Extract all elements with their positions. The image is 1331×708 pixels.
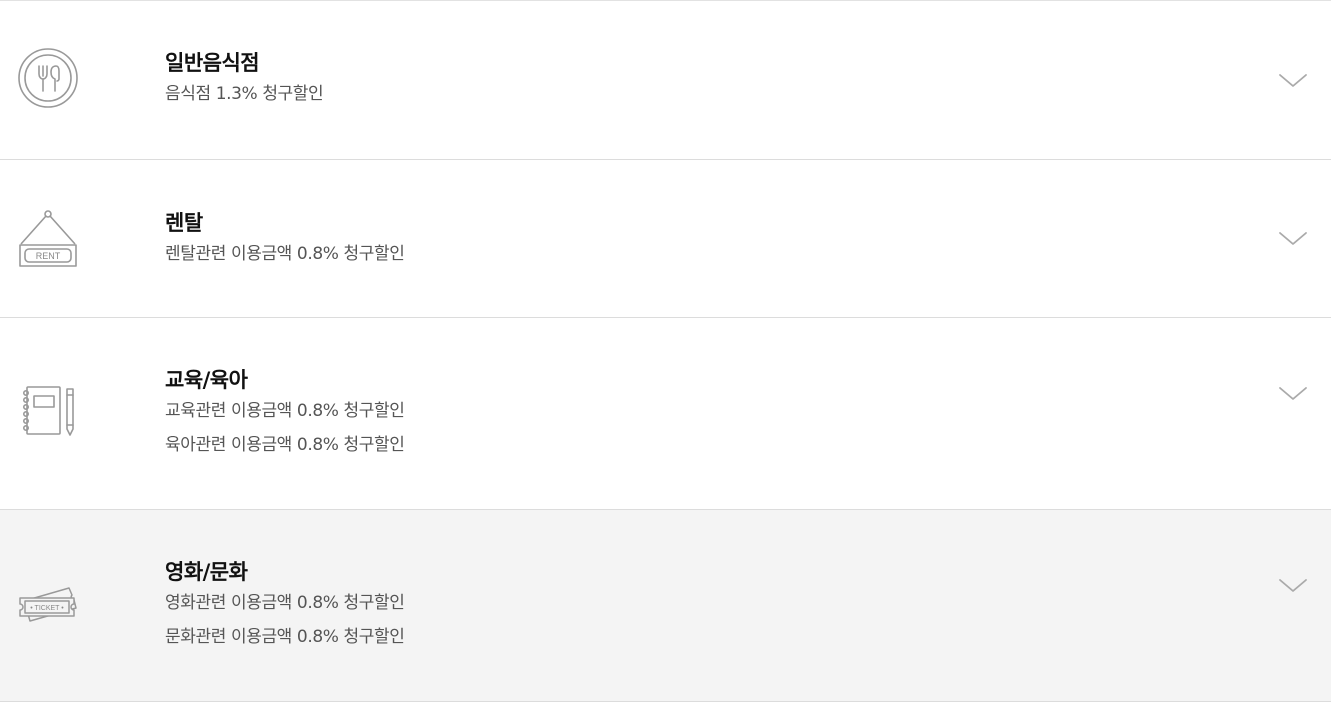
benefit-description: 육아관련 이용금액 0.8% 청구할인 xyxy=(165,435,405,455)
rent-sign-text: RENT xyxy=(36,251,61,261)
ticket-text: • TICKET • xyxy=(30,605,64,612)
notebook-pencil-icon xyxy=(16,381,80,445)
benefit-description: 교육관련 이용금액 0.8% 청구할인 xyxy=(165,401,405,421)
benefit-accordion-list: 일반음식점 음식점 1.3% 청구할인 RENT 렌탈 렌탈관련 이용금액 0.… xyxy=(0,0,1331,708)
chevron-down-icon[interactable] xyxy=(1277,71,1309,91)
restaurant-plate-icon xyxy=(16,46,80,110)
benefit-title: 영화/문화 xyxy=(165,560,248,584)
benefit-text: 렌탈 렌탈관련 이용금액 0.8% 청구할인 xyxy=(165,209,405,271)
chevron-down-icon[interactable] xyxy=(1277,576,1309,596)
benefit-description: 음식점 1.3% 청구할인 xyxy=(165,84,324,104)
rent-sign-icon: RENT xyxy=(16,205,80,269)
benefit-description: 문화관련 이용금액 0.8% 청구할인 xyxy=(165,627,405,647)
ticket-icon: • TICKET • xyxy=(16,573,80,637)
benefit-text: 영화/문화 영화관련 이용금액 0.8% 청구할인 문화관련 이용금액 0.8%… xyxy=(165,558,405,654)
benefit-text: 교육/육아 교육관련 이용금액 0.8% 청구할인 육아관련 이용금액 0.8%… xyxy=(165,366,405,462)
benefit-row-restaurant[interactable]: 일반음식점 음식점 1.3% 청구할인 xyxy=(0,1,1331,160)
benefit-description: 영화관련 이용금액 0.8% 청구할인 xyxy=(165,593,405,613)
benefit-text: 일반음식점 음식점 1.3% 청구할인 xyxy=(165,49,324,111)
benefit-row-rental[interactable]: RENT 렌탈 렌탈관련 이용금액 0.8% 청구할인 xyxy=(0,160,1331,318)
benefit-title: 교육/육아 xyxy=(165,368,248,392)
chevron-down-icon[interactable] xyxy=(1277,229,1309,249)
benefit-title: 일반음식점 xyxy=(165,51,260,75)
chevron-down-icon[interactable] xyxy=(1277,384,1309,404)
benefit-description: 렌탈관련 이용금액 0.8% 청구할인 xyxy=(165,244,405,264)
benefit-row-education[interactable]: 교육/육아 교육관련 이용금액 0.8% 청구할인 육아관련 이용금액 0.8%… xyxy=(0,318,1331,510)
benefit-title: 렌탈 xyxy=(165,211,203,235)
benefit-row-culture[interactable]: • TICKET • 영화/문화 영화관련 이용금액 0.8% 청구할인 문화관… xyxy=(0,510,1331,702)
